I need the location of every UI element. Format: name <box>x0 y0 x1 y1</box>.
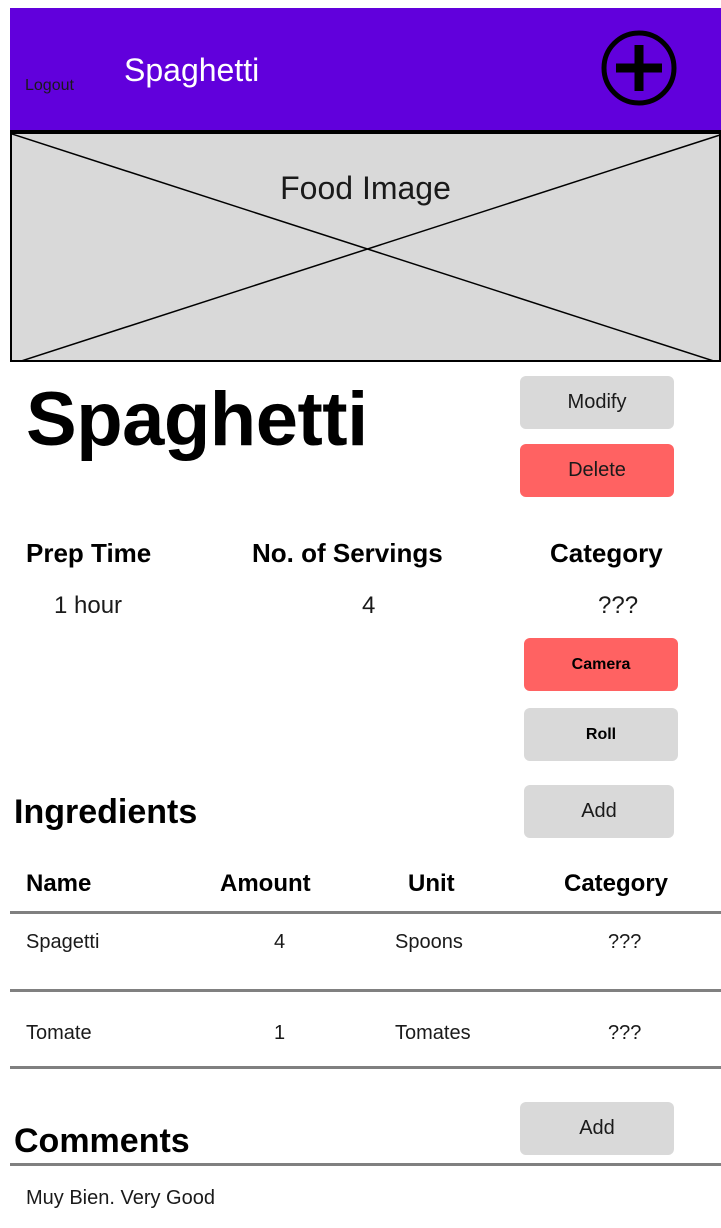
column-header-category: Category <box>564 870 669 897</box>
add-comment-button[interactable]: Add <box>520 1102 674 1155</box>
prep-time-value: 1 hour <box>54 592 123 619</box>
table-divider <box>10 911 721 914</box>
comments-title: Comments <box>14 1122 190 1160</box>
logout-link[interactable]: Logout <box>25 77 74 95</box>
add-recipe-button[interactable] <box>599 28 679 108</box>
servings-header: No. of Servings <box>252 538 443 568</box>
ingredient-amount: 4 <box>274 931 286 953</box>
comments-divider <box>10 1163 721 1166</box>
ingredient-name: Spagetti <box>26 931 100 953</box>
camera-button[interactable]: Camera <box>524 638 678 691</box>
add-ingredient-button[interactable]: Add <box>524 785 674 838</box>
column-header-amount: Amount <box>220 870 311 897</box>
ingredient-name: Tomate <box>26 1022 92 1044</box>
table-divider <box>10 1066 721 1069</box>
food-image-label: Food Image <box>280 170 451 206</box>
column-header-name: Name <box>26 870 92 897</box>
servings-value: 4 <box>362 592 376 619</box>
plus-circle-icon <box>601 30 677 106</box>
ingredients-title: Ingredients <box>14 793 198 831</box>
header-title: Spaghetti <box>124 52 260 88</box>
recipe-page: Logout Spaghetti Food Image Spaghetti Mo… <box>0 0 721 1228</box>
app-header: Logout Spaghetti <box>10 8 721 132</box>
prep-time-header: Prep Time <box>26 538 152 568</box>
delete-button[interactable]: Delete <box>520 444 674 497</box>
roll-button[interactable]: Roll <box>524 708 678 761</box>
ingredient-amount: 1 <box>274 1022 286 1044</box>
table-divider <box>10 989 721 992</box>
image-placeholder-cross <box>12 134 719 360</box>
ingredient-unit: Spoons <box>395 931 463 953</box>
ingredient-category: ??? <box>608 931 642 953</box>
category-header: Category <box>550 538 663 568</box>
ingredient-category: ??? <box>608 1022 642 1044</box>
category-value: ??? <box>598 592 639 619</box>
recipe-title: Spaghetti <box>26 377 368 462</box>
ingredient-unit: Tomates <box>395 1022 471 1044</box>
modify-button[interactable]: Modify <box>520 376 674 429</box>
food-image-placeholder: Food Image <box>10 132 721 362</box>
comment-item: Muy Bien. Very Good <box>26 1187 215 1209</box>
column-header-unit: Unit <box>408 870 455 897</box>
